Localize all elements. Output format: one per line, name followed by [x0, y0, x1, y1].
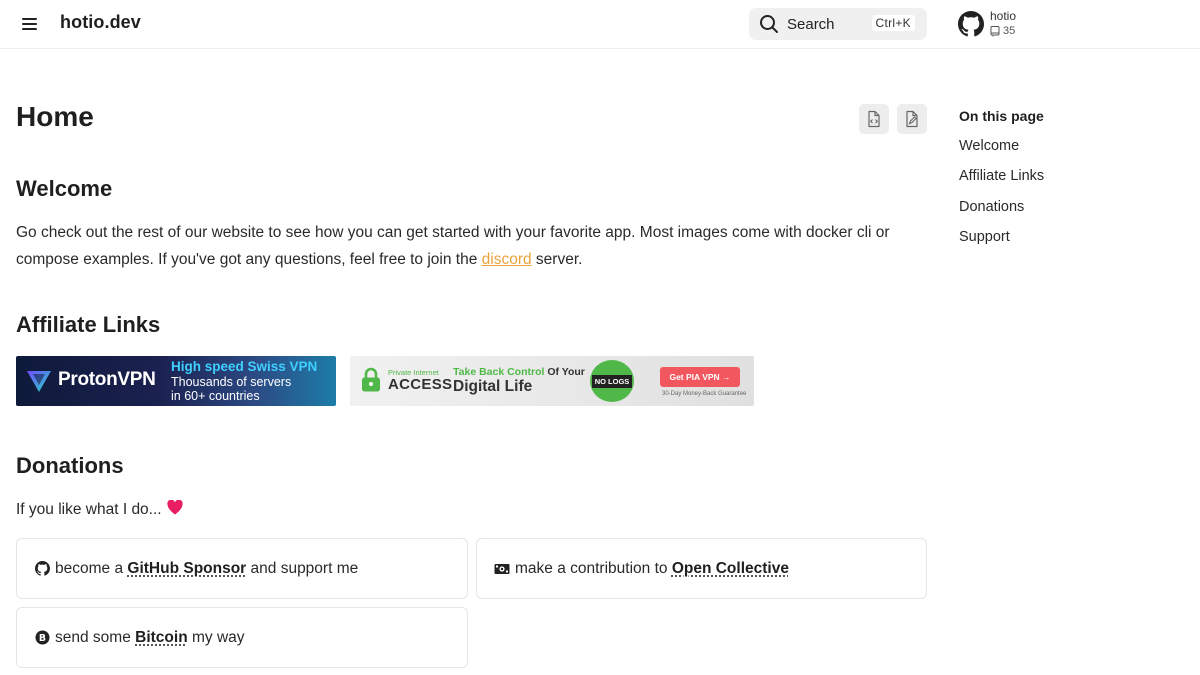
repo-count-value: 35: [1003, 25, 1016, 37]
bitcoin-link[interactable]: Bitcoin: [135, 629, 188, 647]
welcome-text-end: server.: [531, 251, 583, 268]
repository-icon: [990, 25, 1000, 36]
pia-cta-button[interactable]: Get PIA VPN →: [660, 367, 740, 387]
toc-title: On this page: [959, 108, 1044, 124]
welcome-text: Go check out the rest of our website to …: [16, 224, 890, 268]
pia-tagline-colored: Take Back Control: [453, 366, 545, 378]
donations-intro: If you like what I do...: [16, 496, 183, 523]
repo-count: 35: [990, 25, 1015, 37]
table-of-contents: On this page Welcome Affiliate Links Don…: [959, 108, 1044, 245]
card-github-sponsor: become a GitHub Sponsor and support me: [16, 538, 468, 599]
open-collective-link[interactable]: Open Collective: [672, 560, 789, 578]
edit-page-button[interactable]: [897, 104, 927, 134]
pia-tagline-line2: Digital Life: [453, 378, 533, 395]
toc-item-donations[interactable]: Donations: [959, 199, 1024, 215]
protonvpn-line1: High speed Swiss VPN: [171, 359, 318, 374]
pia-brand-big: ACCESS: [388, 376, 453, 393]
heading-welcome: Welcome: [16, 176, 113, 201]
github-icon: [958, 11, 984, 37]
no-logs-badge: NO LOGS: [590, 360, 634, 402]
card-github-prefix: become a: [55, 559, 128, 577]
svg-text:B: B: [38, 633, 45, 644]
card-opencollective-prefix: make a contribution to: [515, 559, 672, 577]
toc-item-support[interactable]: Support: [959, 229, 1010, 245]
money-icon: [494, 561, 510, 577]
pia-tagline-rest: Of Your: [544, 366, 585, 378]
donations-intro-text: If you like what I do...: [16, 501, 162, 518]
site-title[interactable]: hotio.dev: [60, 12, 141, 33]
pia-vpn-banner[interactable]: Private Internet ACCESS Take Back Contro…: [350, 356, 754, 406]
search-icon: [760, 15, 778, 33]
discord-link[interactable]: discord: [482, 251, 532, 268]
no-logs-badge-text: NO LOGS: [591, 374, 633, 388]
search-label: Search: [787, 16, 835, 33]
repo-name: hotio: [990, 9, 1017, 23]
toc-item-welcome[interactable]: Welcome: [959, 138, 1019, 154]
protonvpn-line3: in 60+ countries: [171, 389, 260, 403]
pia-guarantee: 30-Day Money-Back Guarantee: [662, 391, 747, 397]
card-bitcoin-prefix: send some: [55, 628, 136, 646]
view-source-button[interactable]: [859, 104, 889, 134]
heart-icon: [167, 499, 183, 515]
top-header: hotio.dev Search Ctrl+K hotio 35: [0, 0, 1200, 49]
card-bitcoin: B send some Bitcoin my way: [16, 607, 468, 668]
card-bitcoin-suffix: my way: [187, 628, 245, 646]
heading-affiliate-links: Affiliate Links: [16, 312, 161, 337]
menu-icon[interactable]: [20, 15, 40, 33]
search-button[interactable]: Search Ctrl+K: [749, 8, 927, 40]
github-sponsor-link[interactable]: GitHub Sponsor: [127, 560, 246, 578]
file-edit-icon: [906, 110, 918, 128]
heading-donations: Donations: [16, 453, 124, 478]
lock-icon: [362, 367, 380, 392]
github-icon: [34, 561, 50, 577]
protonvpn-line2: Thousands of servers: [171, 375, 292, 389]
protonvpn-logo-icon: [27, 371, 51, 392]
protonvpn-banner[interactable]: ProtonVPN High speed Swiss VPN Thousands…: [16, 356, 336, 406]
card-github-suffix: and support me: [246, 559, 359, 577]
bitcoin-icon: B: [34, 630, 50, 646]
toc-item-affiliate-links[interactable]: Affiliate Links: [959, 168, 1044, 184]
welcome-paragraph: Go check out the rest of our website to …: [16, 219, 927, 273]
file-code-icon: [868, 110, 880, 128]
protonvpn-brand: ProtonVPN: [58, 369, 156, 390]
search-shortcut: Ctrl+K: [871, 15, 915, 31]
page-title: Home: [16, 101, 94, 132]
pia-tagline: Take Back Control Of Your: [453, 366, 585, 378]
card-open-collective: make a contribution to Open Collective: [476, 538, 927, 599]
